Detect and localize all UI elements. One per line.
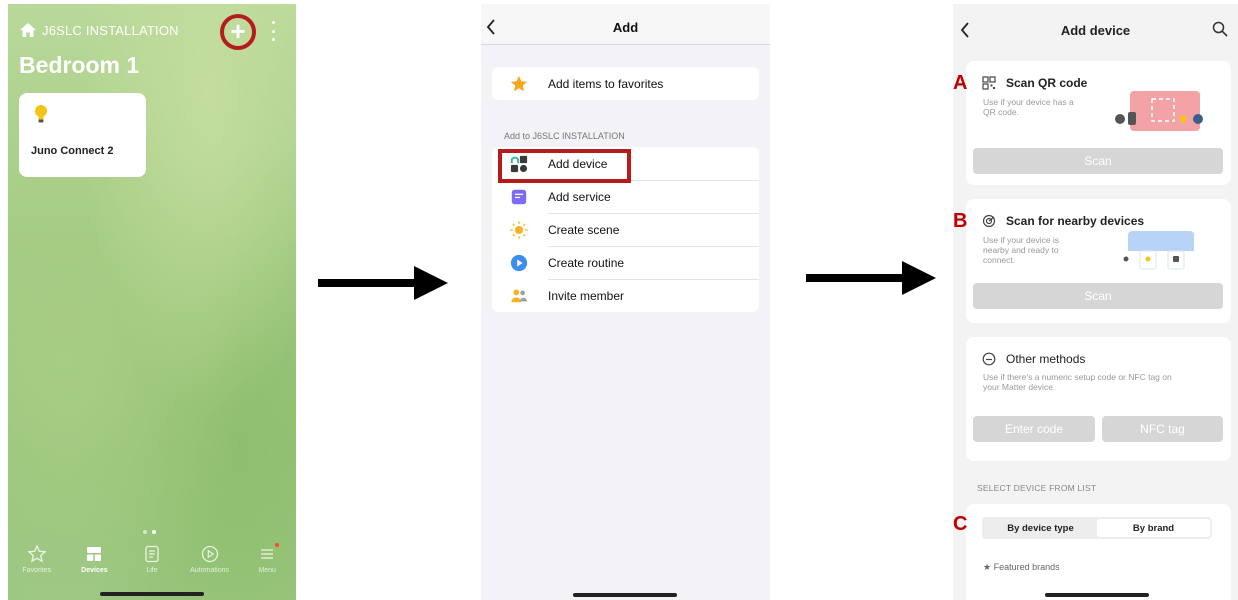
scan-nearby-title: Scan for nearby devices [1006,214,1145,228]
add-service-label: Add service [548,189,611,204]
invite-member-item[interactable]: Invite member [492,279,759,312]
tab-automations[interactable]: Automations [181,544,239,580]
tab-menu[interactable]: Menu [238,544,296,580]
segment-by-brand[interactable]: By brand [1097,519,1210,537]
scan-nearby-button[interactable]: Scan [973,283,1223,309]
home-name: J6SLC INSTALLATION [42,22,179,38]
phone-screen-add-device: Add device Scan QR code Use if your devi… [953,4,1238,600]
add-actions-group: Add device Add service Create scene Crea… [492,147,759,312]
star-icon [510,75,528,91]
bottom-tab-bar: Favorites Devices Life Automations Menu [8,544,296,580]
create-scene-item[interactable]: Create scene [492,213,759,246]
plus-icon: + [230,16,246,46]
section-header: Add to J6SLC INSTALLATION [504,131,625,141]
more-options-icon[interactable] [270,21,276,41]
page-title: Add device [1060,23,1131,38]
scan-qr-title: Scan QR code [1006,76,1088,90]
tab-label: Devices [81,567,108,574]
dots-circle-icon [982,352,996,366]
list-mode-segmented-control: By device type By brand [982,517,1212,539]
arrow-right-icon [806,261,936,295]
tab-devices[interactable]: Devices [66,544,124,580]
create-routine-item[interactable]: Create routine [492,246,759,279]
scan-qr-card: Scan QR code Use if your device has a QR… [966,61,1231,185]
tab-label: Automations [190,567,230,574]
add-device-item[interactable]: Add device [492,147,759,180]
other-methods-title: Other methods [1006,352,1086,366]
add-button[interactable]: + [220,14,256,50]
scan-nearby-card: Scan for nearby devices Use if your devi… [966,199,1231,323]
home-icon [20,23,36,37]
other-methods-header: Other methods [982,352,1085,366]
nav-bar: Add [481,4,770,45]
tab-label: Favorites [22,567,52,574]
marker-a: A [953,72,968,94]
phone-screen-devices: J6SLC INSTALLATION + Bedroom 1 Juno Conn… [8,4,296,600]
arrow-right-icon [318,266,448,300]
scan-qr-button[interactable]: Scan [973,148,1223,174]
add-favorites-item[interactable]: Add items to favorites [492,67,759,100]
phone-screen-add: Add Add items to favorites Add to J6SLC … [481,4,770,600]
home-indicator [573,593,677,597]
marker-c: C [953,513,968,535]
scan-nearby-header: Scan for nearby devices [982,214,1144,228]
service-icon [511,189,527,204]
notification-dot [275,543,279,547]
home-indicator [100,592,204,596]
create-routine-label: Create routine [548,255,625,270]
nav-bar: Add device [953,4,1238,48]
marker-b: B [953,210,968,232]
nearby-illustration-icon [1116,231,1206,270]
search-icon[interactable] [1212,21,1228,37]
scan-qr-description: Use if your device has a QR code. [983,97,1074,117]
radar-icon [982,214,996,228]
tab-life[interactable]: Life [123,544,181,580]
featured-brands-label: ★ Featured brands [983,562,1060,572]
tab-favorites[interactable]: Favorites [8,544,66,580]
device-card[interactable]: Juno Connect 2 [19,93,146,177]
sun-icon [510,220,528,239]
create-scene-label: Create scene [548,222,620,237]
qr-code-icon [982,76,996,90]
home-indicator [1045,593,1149,597]
nfc-tag-button[interactable]: NFC tag [1102,416,1223,442]
segment-by-device-type[interactable]: By device type [984,519,1097,537]
scan-nearby-description: Use if your device is nearby and ready t… [983,235,1060,265]
play-circle-icon [201,545,218,563]
device-name: Juno Connect 2 [31,145,114,157]
qr-illustration-icon [1115,91,1203,131]
enter-code-button[interactable]: Enter code [973,416,1095,442]
bulb-icon [35,105,47,123]
add-device-icon [510,155,528,172]
room-title: Bedroom 1 [19,52,140,78]
other-methods-description: Use if there's a numeric setup code or N… [983,372,1172,392]
grid-icon [87,547,102,561]
hamburger-icon [261,549,274,559]
device-list-header: SELECT DEVICE FROM LIST [977,483,1097,493]
people-icon [511,289,528,302]
add-service-item[interactable]: Add service [492,180,759,213]
list-icon [145,545,159,563]
tutorial-stage: J6SLC INSTALLATION + Bedroom 1 Juno Conn… [0,0,1238,600]
invite-member-label: Invite member [548,288,625,303]
favorites-group: Add items to favorites [492,67,759,100]
add-device-label: Add device [548,156,608,171]
star-outline-icon [27,544,47,563]
home-selector[interactable]: J6SLC INSTALLATION [20,20,179,40]
page-indicator [143,530,156,534]
scan-qr-header: Scan QR code [982,76,1087,90]
tab-label: Menu [258,567,276,574]
add-favorites-label: Add items to favorites [548,76,664,91]
other-methods-card: Other methods Use if there's a numeric s… [966,337,1231,461]
page-title: Add [612,20,639,35]
tab-label: Life [146,567,158,574]
play-icon [510,254,528,271]
